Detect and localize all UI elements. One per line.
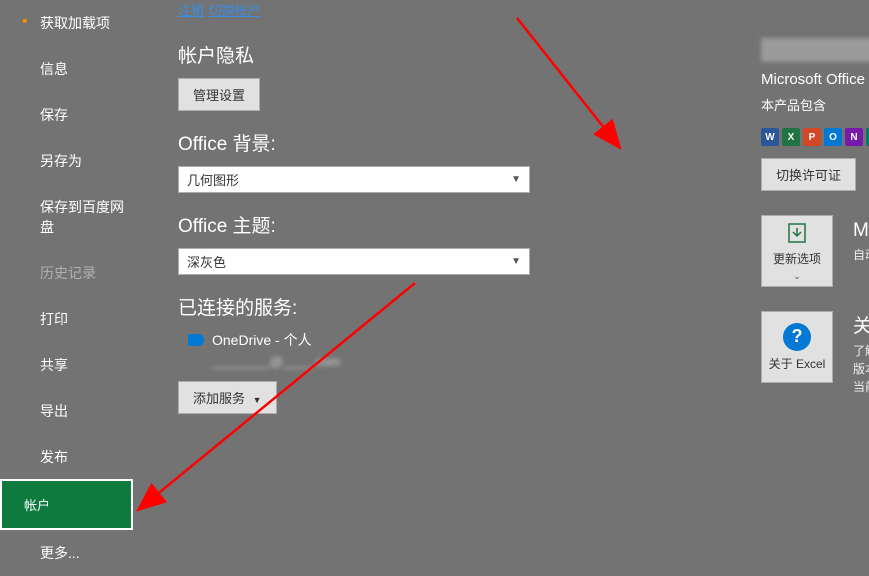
add-service-button[interactable]: 添加服务 ▼ [178, 381, 277, 414]
sidebar-item-account[interactable]: 帐户 [0, 479, 133, 530]
sidebar-item-share[interactable]: 共享 [0, 342, 133, 388]
onenote-icon: N [845, 128, 863, 146]
about-line1: 了解有关 Excel、支持、产 [853, 342, 869, 360]
product-app-icons: W X P O N P A [761, 128, 869, 146]
office-theme-value: 深灰色 [187, 252, 226, 271]
link-logout[interactable]: 注销 [178, 0, 204, 19]
sidebar-bottom: 帐户 更多... [0, 479, 133, 576]
sidebar-item-print[interactable]: 打印 [0, 296, 133, 342]
backstage-sidebar: 获取加载项 信息 保存 另存为 保存到百度网盘 历史记录 打印 共享 导出 发布… [0, 0, 133, 576]
onedrive-icon [188, 334, 204, 346]
product-name: Microsoft Office 专业增强版 2016 [761, 68, 869, 89]
chevron-down-icon: ⌄ [793, 271, 801, 282]
sidebar-item-save[interactable]: 保存 [0, 92, 133, 138]
update-options-label: 更新选项 [773, 250, 821, 267]
about-line3: 当前频道 [853, 378, 869, 396]
about-title: 关于 Excel [853, 311, 869, 338]
update-icon [784, 220, 810, 246]
updates-info: Microsoft 365 和 自动下载和安装更新。 [853, 215, 869, 287]
chevron-down-icon: ▼ [253, 395, 262, 405]
updates-title: Microsoft 365 和 [853, 215, 869, 242]
chevron-down-icon: ▼ [511, 174, 521, 185]
office-background-dropdown[interactable]: 几何图形 ▼ [178, 166, 530, 193]
account-pane: 注销 切换帐户 帐户隐私 管理设置 Office 背景: 几何图形 ▼ Offi… [133, 0, 869, 576]
product-column: Microsoft Office 专业增强版 2016 本产品包含 W X P … [761, 0, 869, 396]
sidebar-item-history[interactable]: 历史记录 [0, 250, 133, 296]
office-theme-dropdown[interactable]: 深灰色 ▼ [178, 248, 530, 275]
chevron-down-icon: ▼ [511, 256, 521, 267]
onedrive-service-name: OneDrive - 个人 [212, 330, 312, 350]
excel-icon: X [782, 128, 800, 146]
updates-row: 更新选项 ⌄ Microsoft 365 和 自动下载和安装更新。 [761, 215, 869, 287]
sidebar-item-getaddins[interactable]: 获取加载项 [0, 0, 133, 46]
about-row: ? 关于 Excel 关于 Excel 了解有关 Excel、支持、产 版本 2… [761, 311, 869, 396]
switch-license-button[interactable]: 切换许可证 [761, 158, 856, 191]
word-icon: W [761, 128, 779, 146]
update-options-tile[interactable]: 更新选项 ⌄ [761, 215, 833, 287]
sidebar-item-publish[interactable]: 发布 [0, 434, 133, 480]
about-tile-label: 关于 Excel [769, 355, 826, 372]
sidebar-item-saveas[interactable]: 另存为 [0, 138, 133, 184]
manage-settings-button[interactable]: 管理设置 [178, 78, 260, 111]
about-excel-tile[interactable]: ? 关于 Excel [761, 311, 833, 383]
sidebar-item-info[interactable]: 信息 [0, 46, 133, 92]
about-info: 关于 Excel 了解有关 Excel、支持、产 版本 2405 (内部版本 1… [853, 311, 869, 396]
outlook-icon: O [824, 128, 842, 146]
office-background-value: 几何图形 [187, 170, 239, 189]
about-line2: 版本 2405 (内部版本 1762 [853, 360, 869, 378]
sidebar-item-export[interactable]: 导出 [0, 388, 133, 434]
question-icon: ? [783, 323, 811, 351]
redacted-product-title [761, 38, 869, 62]
sidebar-item-more[interactable]: 更多... [0, 530, 133, 576]
product-includes-label: 本产品包含 [761, 95, 869, 114]
powerpoint-icon: P [803, 128, 821, 146]
link-switch-account[interactable]: 切换帐户 [208, 0, 260, 19]
updates-desc: 自动下载和安装更新。 [853, 246, 869, 264]
sidebar-item-savetobaidu[interactable]: 保存到百度网盘 [0, 184, 133, 250]
